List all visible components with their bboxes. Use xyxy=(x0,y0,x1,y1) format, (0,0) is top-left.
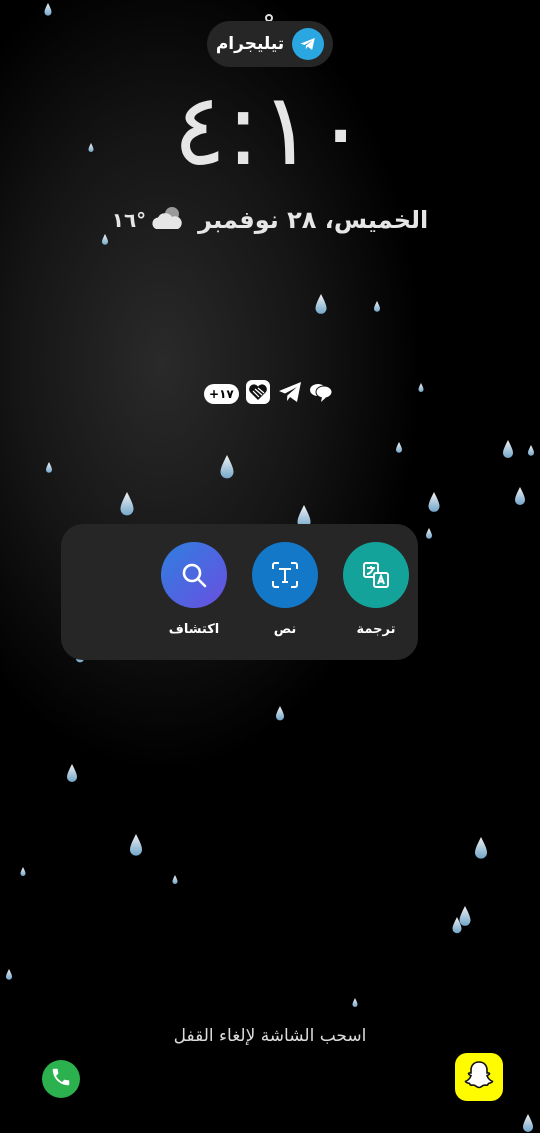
date-weather-row[interactable]: الخميس، ٢٨ نوفمبر ١٦° xyxy=(100,200,440,240)
quick-actions-panel: ترجمة نص اكتشاف xyxy=(61,524,418,660)
notification-pill[interactable]: تيليجرام xyxy=(207,21,333,67)
phone-icon xyxy=(50,1066,72,1092)
notification-icons-row[interactable]: +١٧ xyxy=(204,380,334,408)
text-scan-icon xyxy=(252,542,318,608)
snapchat-shortcut[interactable] xyxy=(455,1053,503,1101)
notification-app-label: تيليجرام xyxy=(215,34,285,54)
translate-button[interactable]: ترجمة xyxy=(336,542,416,637)
temperature: ١٦° xyxy=(111,208,147,232)
search-icon xyxy=(161,542,227,608)
heart-app-icon xyxy=(245,379,271,409)
unlock-hint: اسحب الشاشة لإلغاء القفل xyxy=(173,1026,367,1046)
date-text: الخميس، ٢٨ نوفمبر xyxy=(198,206,429,234)
cloudy-night-icon xyxy=(150,205,184,235)
phone-shortcut[interactable] xyxy=(42,1060,80,1098)
translate-icon xyxy=(343,542,409,608)
text-scan-button[interactable]: نص xyxy=(245,542,325,637)
discover-label: اكتشاف xyxy=(168,622,220,637)
weather: ١٦° xyxy=(112,205,184,235)
text-scan-label: نص xyxy=(273,622,297,637)
telegram-icon xyxy=(278,381,302,407)
snapchat-icon xyxy=(462,1058,496,1096)
telegram-icon xyxy=(292,28,325,60)
chat-bubbles-icon xyxy=(308,381,334,407)
translate-label: ترجمة xyxy=(356,622,396,637)
lock-clock[interactable]: ٤:١٠ xyxy=(150,70,390,190)
discover-button[interactable]: اكتشاف xyxy=(154,542,234,637)
notification-count-badge: +١٧ xyxy=(204,384,239,404)
